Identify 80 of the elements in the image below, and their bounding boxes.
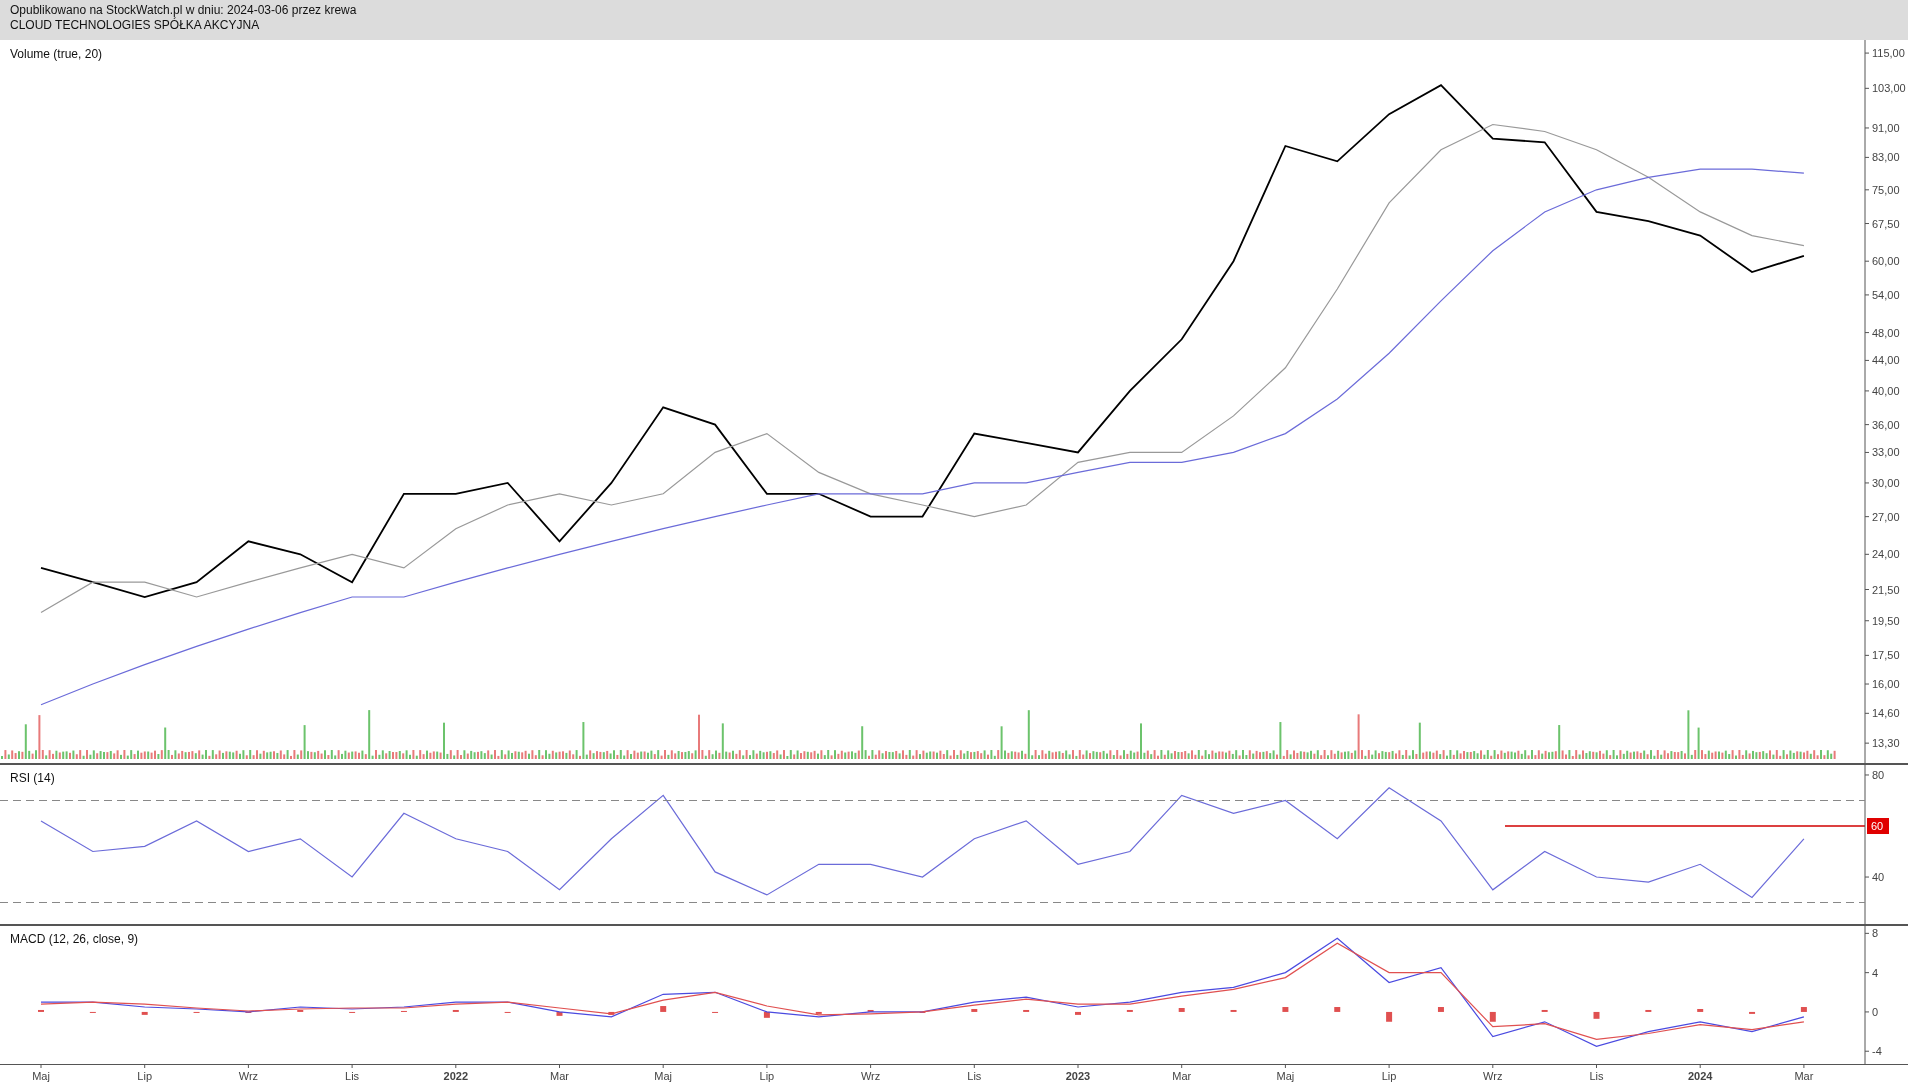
time-axis-label: Lis [1589, 1070, 1604, 1082]
time-axis-label: Lis [967, 1070, 982, 1082]
histogram-bar [815, 1011, 822, 1014]
pane-title: Volume (true, 20) [10, 47, 103, 61]
time-axis-label: Maj [1276, 1070, 1295, 1082]
time-axis-label: Lis [345, 1070, 360, 1082]
time-axis-label: 2023 [1065, 1070, 1091, 1082]
time-axis-label: Lip [759, 1070, 775, 1082]
histogram-bar [1593, 1011, 1600, 1019]
time-axis-label: Maj [654, 1070, 673, 1082]
axis-tick-label: 14,60 [1872, 707, 1900, 720]
histogram-bar [660, 1006, 667, 1012]
axis-tick-label: 17,50 [1872, 649, 1900, 662]
time-axis-label: Mar [550, 1070, 569, 1082]
time-axis-label: Mar [1172, 1070, 1192, 1082]
histogram-bar [1334, 1007, 1341, 1012]
time-axis-label: Wrz [238, 1070, 259, 1082]
histogram-bar [38, 1009, 44, 1012]
histogram-bar [971, 1009, 978, 1012]
histogram-bar [1075, 1011, 1081, 1015]
time-axis-label: Wrz [1483, 1070, 1503, 1082]
histogram-bar [1541, 1009, 1548, 1012]
histogram-bar [1697, 1009, 1704, 1012]
axis-tick-label: 54,00 [1872, 288, 1900, 301]
axis-tick-label: 36,00 [1872, 418, 1900, 431]
axis-tick-label: 4 [1872, 966, 1879, 979]
axis-tick-label: 40 [1872, 871, 1885, 884]
axis-tick-label: 40,00 [1872, 384, 1900, 397]
axis-tick-label: 103,00 [1872, 82, 1906, 95]
axis-tick-label: 67,50 [1872, 217, 1900, 230]
axis-tick-label: 21,50 [1872, 583, 1900, 596]
company-name: CLOUD TECHNOLOGIES SPÓŁKA AKCYJNA [10, 18, 260, 33]
axis-tick-label: 27,00 [1872, 510, 1900, 523]
axis-tick-label: 60,00 [1872, 255, 1900, 268]
pane-title: MACD (12, 26, close, 9) [10, 932, 139, 946]
histogram-bar [1282, 1007, 1289, 1012]
axis-tick-label: 30,00 [1872, 476, 1900, 489]
level-marker [1867, 818, 1889, 834]
axis-tick-label: 75,00 [1872, 183, 1900, 196]
time-axis-label: Wrz [860, 1070, 881, 1082]
histogram-bar [1645, 1009, 1652, 1012]
histogram-bar [1178, 1008, 1185, 1012]
axis-tick-label: 13,30 [1872, 737, 1900, 750]
histogram-bar [1489, 1011, 1496, 1022]
histogram-bar [1437, 1007, 1444, 1012]
histogram-bar [1023, 1009, 1030, 1012]
axis-tick-label: 91,00 [1872, 121, 1900, 134]
histogram-bar [452, 1009, 459, 1012]
time-axis-label: Lip [137, 1070, 153, 1082]
time-axis-label: Lip [1381, 1070, 1397, 1082]
axis-tick-label: 83,00 [1872, 151, 1900, 164]
histogram-bar [297, 1009, 304, 1012]
axis-tick-label: 16,00 [1872, 678, 1900, 691]
axis-tick-label: 48,00 [1872, 326, 1900, 339]
histogram-bar [608, 1011, 615, 1015]
histogram-bar [1386, 1011, 1393, 1022]
histogram-bar [1126, 1009, 1133, 1012]
histogram-bar [763, 1011, 770, 1018]
axis-tick-label: 8 [1872, 927, 1879, 940]
axis-tick-label: 115,00 [1872, 47, 1905, 60]
axis-tick-label: 19,50 [1872, 614, 1900, 627]
axis-tick-label: 44,00 [1872, 354, 1900, 367]
axis-tick-label: 33,00 [1872, 446, 1900, 459]
axis-tick-label: 0 [1872, 1005, 1879, 1018]
histogram-bar [867, 1009, 874, 1012]
time-axis-label: Maj [32, 1070, 50, 1082]
histogram-bar [556, 1011, 563, 1016]
time-axis-label: Mar [1794, 1070, 1814, 1082]
level-marker-label: 60 [1871, 820, 1884, 832]
histogram-bar [1749, 1011, 1756, 1014]
axis-tick-label: 24,00 [1872, 548, 1900, 561]
histogram-bar [141, 1011, 148, 1015]
histogram-bar [1230, 1009, 1237, 1012]
time-axis-label: 2022 [443, 1070, 469, 1082]
axis-tick-label: -4 [1872, 1045, 1882, 1058]
pane-title: RSI (14) [10, 771, 55, 785]
time-axis-label: 2024 [1687, 1070, 1713, 1082]
histogram-bar [1800, 1007, 1807, 1012]
publication-info: Opublikowano na StockWatch.pl w dniu: 2024-03-06 przez krewa [10, 3, 357, 18]
axis-tick-label: 80 [1872, 768, 1885, 781]
